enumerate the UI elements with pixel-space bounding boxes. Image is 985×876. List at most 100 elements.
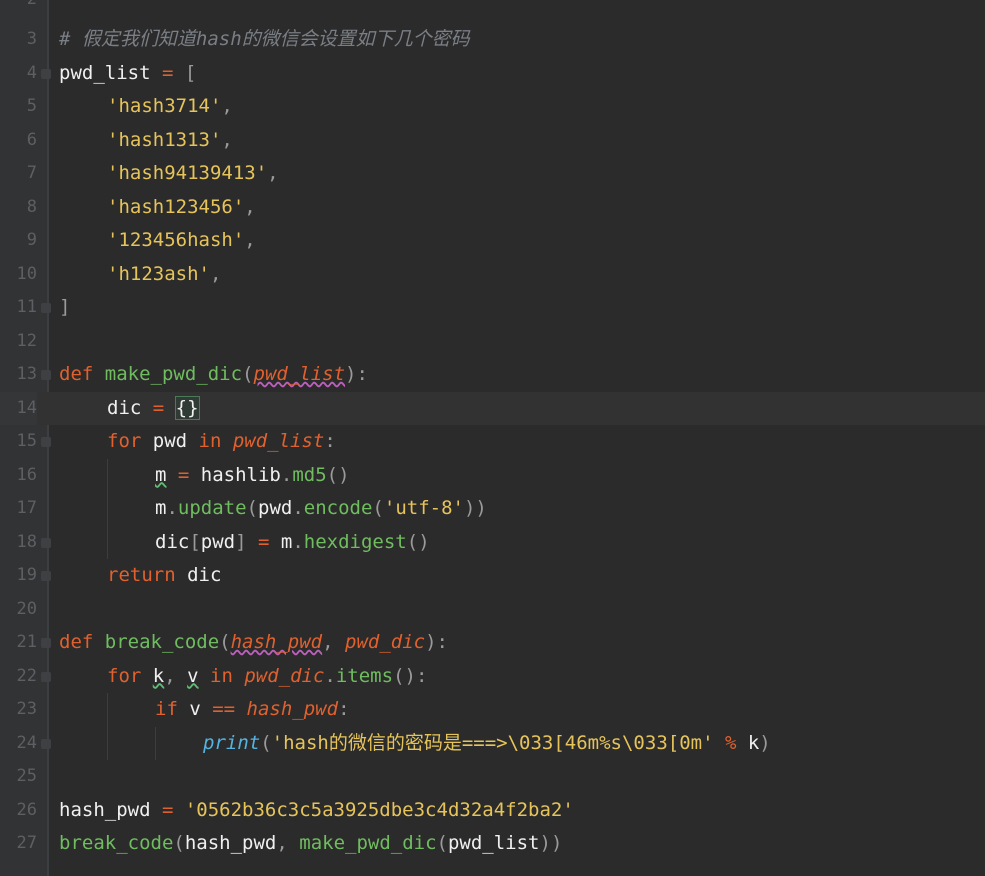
code-content: hash_pwd = '0562b36c3c5a3925dbe3c4d32a4f… (59, 794, 574, 828)
operator: = (150, 798, 185, 821)
line-number: 19 (16, 565, 37, 585)
fold-marker-icon[interactable] (41, 738, 51, 749)
builtin-function: print (203, 731, 261, 754)
dot: . (292, 530, 304, 553)
fold-marker-icon[interactable] (41, 638, 51, 648)
line-number: 12 (16, 330, 37, 351)
code-content: m = hashlib.md5() (155, 459, 350, 493)
indent-guide (107, 693, 108, 727)
identifier: v (189, 698, 201, 720)
function-call: break_code (59, 832, 174, 854)
method-call: update (177, 497, 247, 519)
code-line[interactable]: 18 dic[pwd] = m.hexdigest() (0, 525, 985, 560)
code-content: break_code(hash_pwd, make_pwd_dic(pwd_li… (59, 827, 562, 861)
line-number: 27 (16, 833, 37, 853)
bracket: [ (184, 61, 197, 84)
comma: , (244, 229, 256, 251)
line-number: 21 (16, 632, 37, 652)
code-line[interactable]: 20 (0, 593, 985, 627)
fold-marker-icon[interactable] (41, 671, 51, 682)
fold-marker-icon[interactable] (41, 68, 51, 79)
code-line[interactable]: 5 'hash3714', (0, 90, 985, 124)
line-number: 2 (0, 0, 37, 17)
bracket: ] (59, 296, 71, 318)
fold-marker-icon[interactable] (41, 537, 51, 548)
code-line[interactable]: 24 print('hash的微信的密码是===>\033[46m%s\033[… (0, 726, 985, 760)
keyword: return (107, 564, 188, 586)
code-content: m.update(pwd.encode('utf-8')) (155, 492, 487, 526)
code-line[interactable]: 4 pwd_list = [ (0, 57, 985, 91)
code-line[interactable]: 21 def break_code(hash_pwd, pwd_dic): (0, 626, 985, 660)
code-line[interactable]: 25 (0, 760, 985, 794)
identifier: k (747, 731, 760, 754)
code-content: dic[pwd] = m.hexdigest() (155, 526, 430, 560)
dot: . (324, 664, 336, 687)
fold-marker-icon[interactable] (41, 370, 51, 380)
code-line[interactable]: 13 def make_pwd_dic(pwd_list): (0, 358, 985, 392)
code-line[interactable]: 2 (0, 0, 985, 17)
fold-marker-icon[interactable] (41, 437, 51, 447)
identifier: dic (107, 396, 142, 419)
code-line[interactable]: 3 # 假定我们知道hash的微信会设置如下几个密码 (0, 23, 985, 57)
comma: , (267, 162, 279, 184)
identifier: hashlib (200, 463, 281, 486)
dot: . (166, 497, 178, 519)
dot: . (292, 497, 304, 519)
string-literal: 'hash123456' (107, 195, 245, 218)
code-line[interactable]: 8 'hash123456', (0, 191, 985, 225)
keyword: in (187, 430, 233, 452)
parameter: hash_pwd (230, 631, 323, 653)
line-number: 3 (26, 29, 37, 49)
method-call: encode (303, 497, 373, 519)
code-content: if v == hash_pwd: (155, 693, 350, 727)
fold-marker-icon[interactable] (41, 571, 51, 581)
code-line[interactable]: 22 for k, v in pwd_dic.items(): (0, 660, 985, 694)
code-content: # 假定我们知道hash的微信会设置如下几个密码 (59, 23, 470, 57)
colon: : (415, 664, 428, 687)
keyword: for (107, 664, 153, 687)
string-literal: '123456hash' (107, 229, 245, 251)
indent-guide (155, 726, 156, 760)
code-line[interactable]: 9 '123456hash', (0, 224, 985, 258)
code-line-current[interactable]: 14 dic = {} (0, 391, 985, 425)
code-line[interactable]: 26 hash_pwd = '0562b36c3c5a3925dbe3c4d32… (0, 794, 985, 828)
code-line[interactable]: 23 if v == hash_pwd: (0, 693, 985, 727)
line-number: 24 (16, 732, 37, 753)
colon: : (324, 430, 336, 452)
paren: ( (372, 497, 384, 519)
code-line[interactable]: 11 ] (0, 291, 985, 325)
line-number: 16 (16, 464, 37, 485)
line-number: 17 (16, 498, 37, 518)
code-line[interactable]: 7 'hash94139413', (0, 157, 985, 191)
code-line[interactable]: 27 break_code(hash_pwd, make_pwd_dic(pwd… (0, 827, 985, 861)
code-line[interactable]: 17 m.update(pwd.encode('utf-8')) (0, 492, 985, 526)
paren: )) (463, 497, 487, 519)
string-literal: 'hash的微信的密码是===>\033[46m%s\033[0m' (271, 731, 714, 754)
operator: % (713, 731, 748, 754)
code-content: 'hash3714', (107, 90, 233, 124)
code-editor[interactable]: 2 3 # 假定我们知道hash的微信会设置如下几个密码 4 pwd_list … (0, 0, 985, 876)
paren: ) (759, 731, 771, 754)
code-line[interactable]: 19 return dic (0, 559, 985, 593)
code-line[interactable]: 10 'h123ash', (0, 258, 985, 292)
fold-marker-icon[interactable] (41, 303, 51, 313)
code-line[interactable]: 6 'hash1313', (0, 124, 985, 158)
paren: () (393, 664, 416, 687)
code-content: '123456hash', (107, 224, 256, 258)
paren: () (406, 530, 430, 553)
paren: ( (246, 497, 258, 519)
operator: = (150, 61, 185, 84)
identifier: dic (155, 530, 190, 553)
code-line[interactable]: 16 m = hashlib.md5() (0, 458, 985, 493)
code-line[interactable]: 12 (0, 325, 985, 359)
line-number: 6 (26, 129, 37, 150)
identifier: pwd (200, 530, 236, 553)
indent-guide (107, 525, 108, 559)
identifier: hash_pwd (59, 798, 151, 821)
comma: , (276, 832, 300, 854)
line-number: 10 (16, 263, 37, 284)
code-line[interactable]: 15 for pwd in pwd_list: (0, 425, 985, 459)
line-number: 20 (16, 598, 37, 619)
identifier: pwd (258, 497, 293, 519)
dot: . (280, 463, 293, 486)
